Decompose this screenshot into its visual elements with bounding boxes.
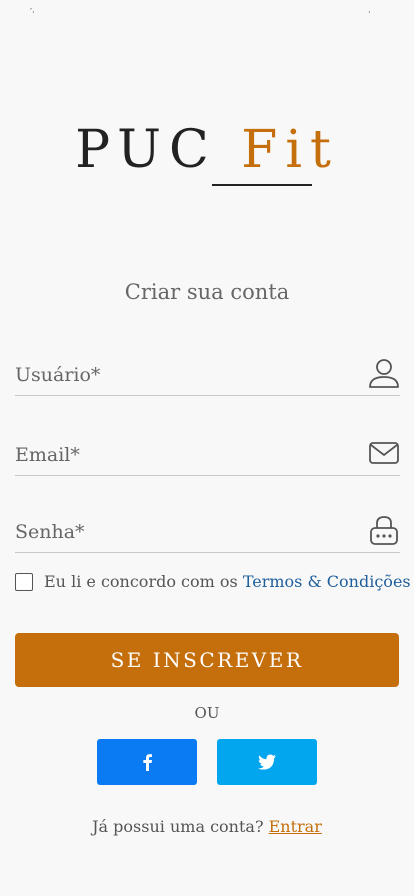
terms-checkbox[interactable]: [15, 573, 33, 591]
facebook-button[interactable]: [97, 739, 197, 785]
login-row: Já possui uma conta? Entrar: [0, 817, 414, 836]
or-divider: OU: [194, 704, 220, 722]
terms-text: Eu li e concordo com os Termos & Condiçõ…: [44, 572, 411, 591]
twitter-button[interactable]: [217, 739, 317, 785]
status-bar: ′· ·: [0, 8, 414, 20]
login-prompt: Já possui uma conta?: [92, 817, 269, 836]
logo-puc: PUC: [75, 120, 242, 180]
logo-underline: [212, 184, 312, 186]
terms-label: Eu li e concordo com os: [44, 572, 243, 591]
page-title: Criar sua conta: [124, 280, 290, 304]
terms-row: Eu li e concordo com os Termos & Condiçõ…: [15, 571, 411, 593]
logo-text: PUC Fit: [75, 122, 339, 178]
logo-fit: Fit: [241, 120, 339, 180]
password-field: [15, 513, 400, 553]
username-field: [15, 356, 400, 396]
signup-button[interactable]: SE INSCREVER: [15, 633, 399, 687]
lock-icon: [368, 514, 400, 546]
status-bar-right: ·: [368, 8, 371, 18]
user-icon: [368, 357, 400, 389]
terms-link[interactable]: Termos & Condições: [243, 572, 411, 591]
email-field: [15, 436, 400, 476]
login-link[interactable]: Entrar: [269, 817, 322, 836]
envelope-icon: [368, 437, 400, 469]
password-input[interactable]: [15, 518, 355, 546]
status-bar-left: ′·: [30, 8, 35, 18]
username-input[interactable]: [15, 361, 355, 389]
signup-screen: ′· · PUC Fit Criar sua conta Usuário* Em…: [0, 0, 414, 896]
email-input[interactable]: [15, 441, 355, 469]
app-logo: PUC Fit: [0, 122, 414, 178]
